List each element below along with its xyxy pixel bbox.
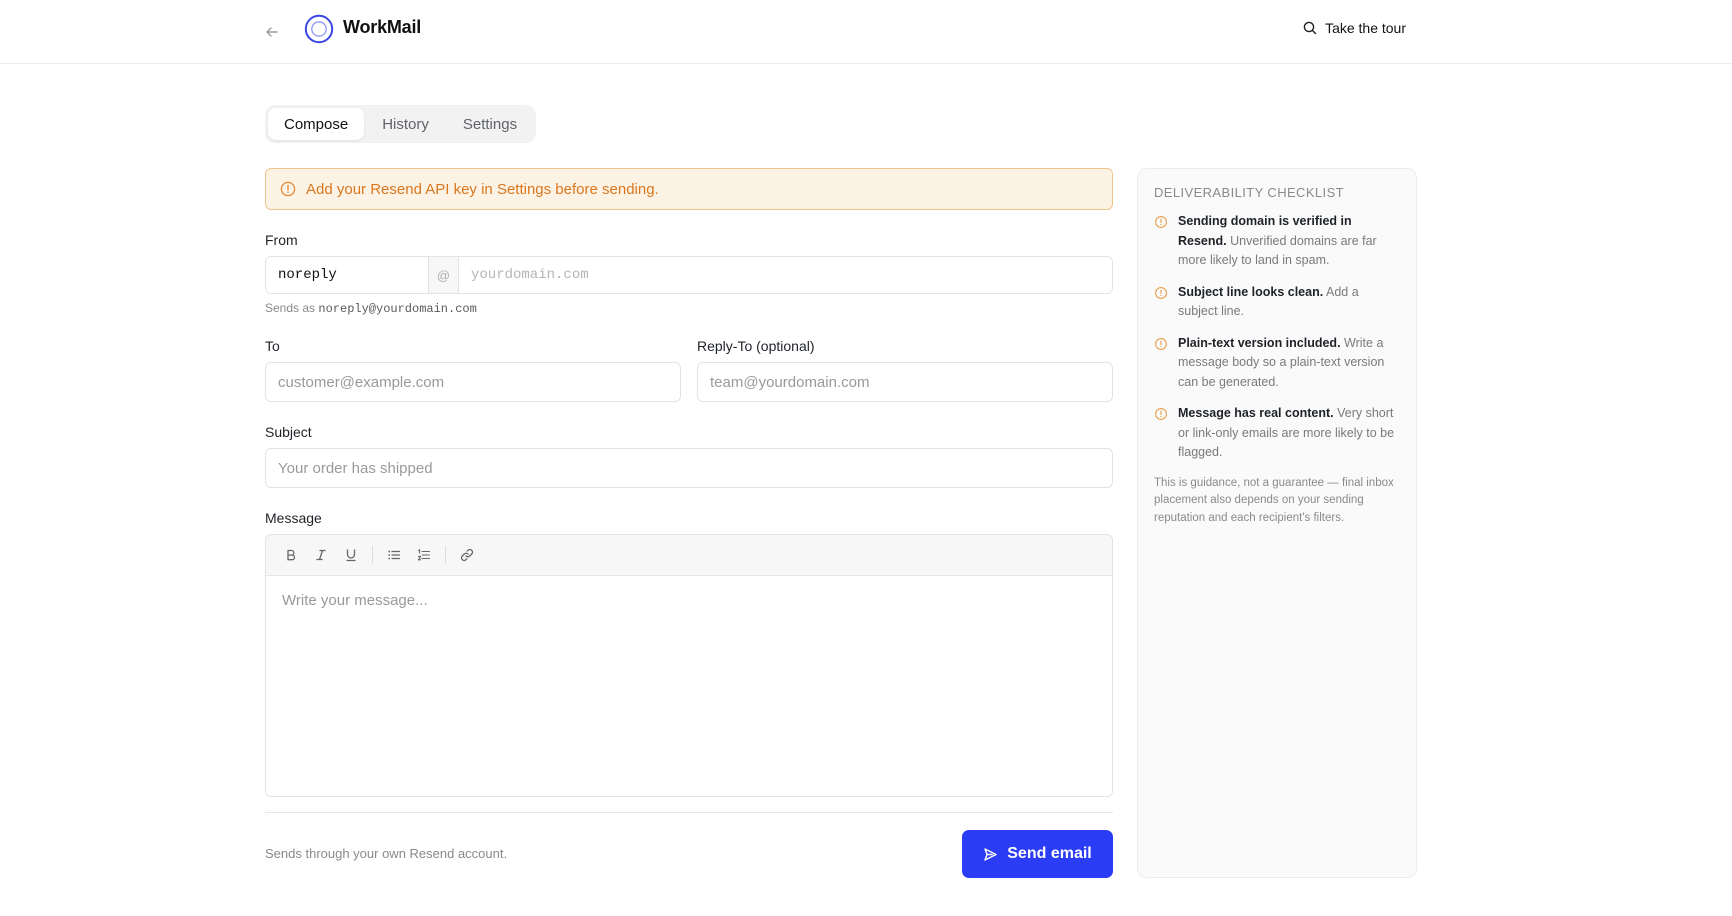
bold-button[interactable] — [276, 540, 306, 570]
editor-toolbar — [266, 535, 1112, 576]
subject-label: Subject — [265, 424, 312, 440]
to-label: To — [265, 338, 280, 354]
send-email-button[interactable]: Send email — [962, 830, 1113, 878]
top-bar: WorkMail Take the tour — [0, 0, 1732, 64]
to-input[interactable] — [265, 362, 681, 402]
alert-circle-icon — [1155, 286, 1167, 299]
at-symbol: @ — [428, 257, 459, 293]
checklist-item: Subject line looks clean. Add a subject … — [1154, 283, 1400, 322]
sends-as-prefix: Sends as — [265, 301, 316, 315]
checklist-item: Plain-text version included. Write a mes… — [1154, 334, 1400, 393]
alert-text: Add your Resend API key in Settings befo… — [306, 180, 659, 198]
checklist-item: Message has real content. Very short or … — [1154, 404, 1400, 463]
brand-name: WorkMail — [343, 17, 422, 37]
message-editor — [265, 534, 1113, 797]
main-tabs: Compose History Settings — [265, 105, 537, 143]
back-button[interactable] — [260, 20, 284, 44]
toolbar-separator — [372, 546, 373, 564]
from-label: From — [265, 232, 298, 248]
deliverability-checklist: DELIVERABILITY CHECKLIST Sending domain … — [1137, 168, 1417, 878]
italic-button[interactable] — [306, 540, 336, 570]
checklist-item-title: Plain-text version included. — [1178, 335, 1341, 350]
message-label: Message — [265, 510, 322, 526]
checklist-note: This is guidance, not a guarantee — fina… — [1154, 476, 1394, 524]
alert-circle-icon — [1155, 216, 1167, 228]
workmail-logo-icon — [304, 14, 334, 44]
italic-icon — [316, 549, 326, 561]
numbered-list-icon — [417, 549, 431, 561]
checklist-item-title: Message has real content. — [1178, 406, 1334, 420]
arrow-left-icon — [266, 27, 278, 37]
underline-icon — [346, 549, 356, 562]
numbered-list-button[interactable] — [409, 540, 439, 570]
reply-to-input[interactable] — [697, 362, 1113, 402]
search-icon — [1303, 21, 1317, 35]
checklist-item-title: Subject line looks clean. — [1178, 284, 1324, 299]
alert-circle-icon — [280, 181, 296, 197]
footer-divider — [265, 812, 1113, 813]
bullet-list-icon — [388, 550, 401, 560]
tab-settings[interactable]: Settings — [447, 108, 533, 140]
sends-as-hint: Sends as noreply@yourdomain.com — [265, 301, 477, 316]
alert-circle-icon — [1155, 337, 1167, 350]
from-local-input[interactable] — [266, 257, 428, 293]
bold-icon — [287, 549, 296, 561]
from-field-group: @ — [265, 256, 1113, 294]
send-icon — [984, 847, 997, 861]
link-button[interactable] — [452, 540, 482, 570]
bullet-list-button[interactable] — [379, 540, 409, 570]
underline-button[interactable] — [336, 540, 366, 570]
take-tour-button[interactable]: Take the tour — [1303, 20, 1406, 36]
subject-input[interactable] — [265, 448, 1113, 488]
alert-circle-icon — [1155, 408, 1167, 420]
reply-to-label: Reply-To (optional) — [697, 338, 815, 354]
message-textarea[interactable] — [266, 576, 1112, 796]
tab-compose[interactable]: Compose — [268, 108, 365, 140]
api-key-alert: Add your Resend API key in Settings befo… — [265, 168, 1113, 210]
checklist-item: Sending domain is verified in Resend. Un… — [1154, 212, 1400, 271]
send-email-label: Send email — [1007, 845, 1092, 862]
tab-history[interactable]: History — [366, 108, 445, 140]
footer-note: Sends through your own Resend account. — [265, 846, 508, 861]
checklist-title: DELIVERABILITY CHECKLIST — [1154, 185, 1344, 200]
link-icon — [460, 548, 474, 562]
sends-as-address: noreply@yourdomain.com — [318, 302, 477, 316]
toolbar-separator — [445, 546, 446, 564]
take-tour-label: Take the tour — [1325, 20, 1406, 36]
from-domain-input[interactable] — [459, 257, 1112, 293]
